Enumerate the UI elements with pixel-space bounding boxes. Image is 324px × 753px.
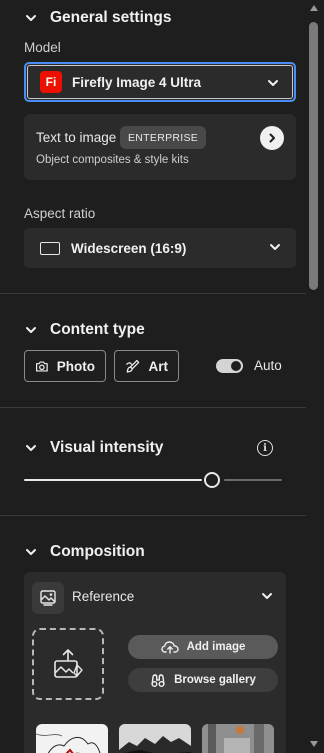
model-select[interactable]: Fi Firefly Image 4 Ultra xyxy=(24,62,296,102)
art-button[interactable]: Art xyxy=(114,350,179,382)
chevron-down-icon xyxy=(26,549,36,555)
section-divider xyxy=(0,515,306,516)
browse-gallery-label: Browse gallery xyxy=(174,674,256,686)
scroll-up-arrow-icon[interactable] xyxy=(310,5,318,11)
photo-button[interactable]: Photo xyxy=(24,350,106,382)
chevron-down-icon xyxy=(26,327,36,333)
auto-label: Auto xyxy=(254,358,282,373)
cloud-upload-icon xyxy=(160,641,179,654)
general-settings-header[interactable]: General settings xyxy=(24,9,171,27)
section-title: General settings xyxy=(50,9,172,26)
auto-toggle[interactable] xyxy=(216,359,243,373)
brush-icon xyxy=(126,359,140,373)
tti-next-button[interactable] xyxy=(260,126,284,150)
intensity-slider-thumb[interactable] xyxy=(204,472,220,488)
composition-card: Reference Add image Browse gallery xyxy=(24,572,286,753)
upload-image-icon xyxy=(54,649,83,678)
chevron-down-icon xyxy=(268,80,278,86)
aspect-ratio-select[interactable]: Widescreen (16:9) xyxy=(24,228,296,268)
chevron-down-icon xyxy=(26,15,36,21)
section-divider xyxy=(0,407,306,408)
browse-gallery-button[interactable]: Browse gallery xyxy=(128,668,278,692)
add-image-label: Add image xyxy=(186,641,246,653)
info-icon[interactable]: i xyxy=(257,440,273,456)
reference-thumbnail[interactable] xyxy=(119,724,191,753)
intensity-slider-track[interactable] xyxy=(224,479,282,481)
enterprise-badge: ENTERPRISE xyxy=(120,126,207,149)
aspect-ratio-value: Widescreen (16:9) xyxy=(71,240,187,256)
section-divider xyxy=(0,293,306,294)
intensity-slider-fill[interactable] xyxy=(24,479,202,481)
model-label: Model xyxy=(24,40,61,55)
model-value: Firefly Image 4 Ultra xyxy=(72,74,202,90)
scrollbar-thumb[interactable] xyxy=(309,22,318,290)
firefly-logo: Fi xyxy=(40,71,62,93)
chevron-down-icon[interactable] xyxy=(260,589,274,603)
content-type-header[interactable]: Content type xyxy=(24,321,145,339)
section-title: Content type xyxy=(50,321,145,338)
chevron-down-icon xyxy=(270,244,280,250)
reference-thumbnail[interactable] xyxy=(36,724,108,753)
camera-icon xyxy=(36,360,48,372)
reference-label: Reference xyxy=(72,589,135,604)
text-to-image-card[interactable]: Text to image ENTERPRISE Object composit… xyxy=(24,114,296,180)
section-title: Composition xyxy=(50,543,145,560)
aspect-ratio-label: Aspect ratio xyxy=(24,206,96,221)
tti-title: Text to image xyxy=(36,130,117,145)
settings-panel: General settings Model Fi Firefly Image … xyxy=(0,0,306,753)
chevron-down-icon xyxy=(26,445,36,451)
reference-thumbnail[interactable] xyxy=(202,724,274,753)
composition-header[interactable]: Composition xyxy=(24,543,145,561)
visual-intensity-header[interactable]: Visual intensity xyxy=(24,439,163,457)
binoculars-icon xyxy=(151,674,165,687)
photo-label: Photo xyxy=(56,358,95,374)
section-title: Visual intensity xyxy=(50,439,164,456)
art-label: Art xyxy=(148,358,169,374)
reference-image-icon xyxy=(32,582,64,614)
add-image-button[interactable]: Add image xyxy=(128,635,278,659)
upload-dropzone[interactable] xyxy=(32,628,104,700)
scroll-down-arrow-icon[interactable] xyxy=(310,741,318,747)
tti-subtitle: Object composites & style kits xyxy=(36,154,189,166)
toggle-knob xyxy=(231,361,241,371)
chevron-right-icon xyxy=(269,133,275,143)
aspect-ratio-icon xyxy=(40,241,60,255)
